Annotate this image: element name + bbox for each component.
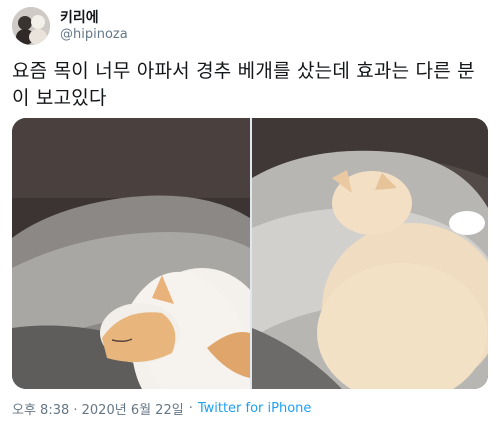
- display-name[interactable]: 키리에: [60, 9, 128, 27]
- separator-dot: ·: [188, 401, 193, 416]
- tweet-header: 키리에 @hipinoza: [12, 6, 128, 46]
- tweet-text: 요즘 목이 너무 아파서 경추 베개를 샀는데 효과는 다른 분이 보고있다: [12, 60, 475, 109]
- tweet-timestamp[interactable]: 오후 8:38 · 2020년 6월 22일: [12, 399, 184, 418]
- avatar[interactable]: [12, 7, 50, 45]
- cat-photo-image: [12, 118, 250, 389]
- photo-cat-left[interactable]: [12, 118, 250, 389]
- tweet-source-link[interactable]: Twitter for iPhone: [198, 401, 312, 416]
- avatar-image: [12, 7, 50, 45]
- user-handle[interactable]: @hipinoza: [60, 27, 128, 43]
- cat-photo-image: [252, 118, 488, 389]
- photo-cat-right[interactable]: [252, 118, 488, 389]
- tweet-footer: 오후 8:38 · 2020년 6월 22일 · Twitter for iPh…: [12, 399, 311, 418]
- tweet-media[interactable]: [12, 118, 488, 389]
